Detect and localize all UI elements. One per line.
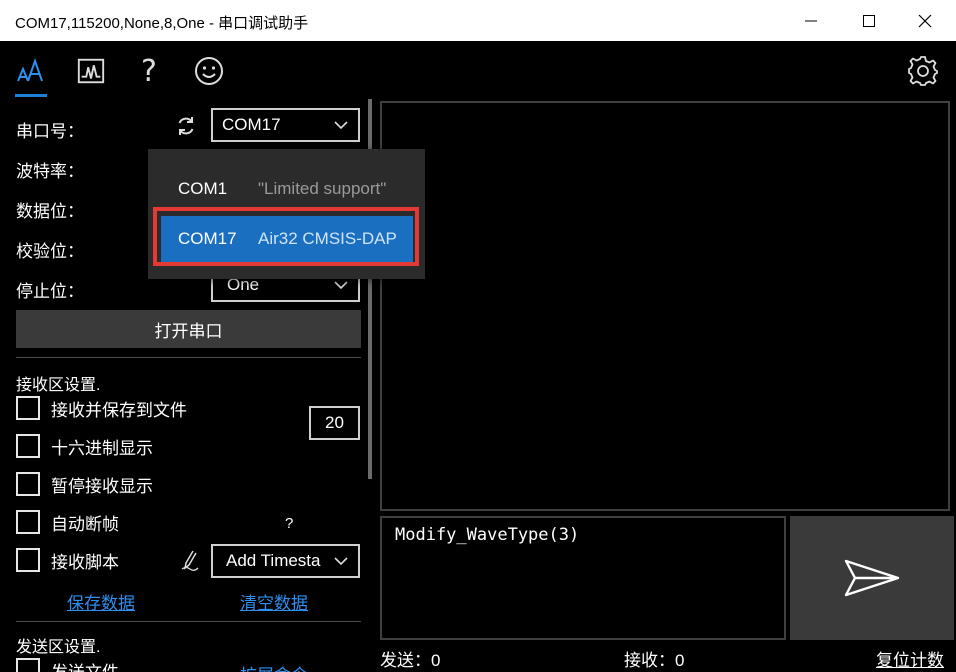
settings-button[interactable] [907, 55, 939, 87]
recv-count-label: 接收：0 [624, 651, 685, 670]
divider [16, 621, 361, 622]
send-button[interactable] [790, 516, 954, 640]
checkbox-box[interactable] [16, 548, 40, 572]
open-port-button[interactable]: 打开串口 [16, 310, 361, 348]
port-option-name: COM1 [178, 179, 228, 198]
title-bar: COM17,115200,None,8,One - 串口调试助手 [0, 0, 956, 41]
send-file-checkbox[interactable]: 发送文件 [16, 657, 119, 672]
sent-count-label: 发送：0 [380, 651, 441, 670]
port-label: 串口号： [16, 122, 84, 141]
checkbox-box[interactable] [16, 472, 40, 496]
port-select[interactable]: COM17 [211, 108, 360, 142]
checkbox-box[interactable] [16, 434, 40, 458]
auto-frame-label: 自动断帧 [51, 514, 119, 534]
smiley-icon [195, 57, 223, 85]
send-file-label: 发送文件 [51, 662, 119, 672]
databits-label: 数据位： [16, 202, 84, 221]
refresh-icon[interactable] [175, 115, 197, 137]
checkbox-box[interactable] [16, 510, 40, 534]
close-icon [918, 14, 932, 27]
chart-tab[interactable] [75, 55, 107, 87]
port-option-com1[interactable]: COM1 "Limited support" [148, 166, 425, 212]
parity-label: 校验位： [16, 242, 84, 261]
receive-area[interactable] [380, 101, 950, 511]
frame-help-icon[interactable]: ? [285, 515, 293, 532]
text-mode-tab[interactable] [15, 55, 47, 87]
send-settings-title: 发送区设置. [16, 639, 101, 656]
auto-frame-checkbox[interactable]: 自动断帧 [16, 509, 119, 535]
port-select-value: COM17 [222, 115, 281, 134]
script-select-value: Add Timesta [226, 551, 321, 570]
selection-highlight-box [153, 207, 419, 266]
toolbar: ? [0, 41, 956, 99]
chart-icon [77, 58, 105, 84]
maximize-icon [863, 14, 875, 27]
script-select[interactable]: Add Timesta [211, 544, 360, 578]
sent-count-value: 0 [431, 651, 441, 670]
settings-icon [908, 56, 938, 86]
receive-settings-title: 接收区设置. [16, 377, 101, 394]
chevron-down-icon [334, 121, 348, 130]
text-mode-icon [17, 57, 43, 82]
active-tab-indicator [15, 94, 47, 97]
help-tab[interactable]: ? [133, 53, 165, 89]
divider [16, 357, 361, 358]
edit-script-icon[interactable] [180, 549, 200, 571]
stopbits-label: 停止位： [16, 282, 84, 301]
receive-script-checkbox[interactable]: 接收脚本 [16, 547, 119, 573]
checkbox-box[interactable] [16, 658, 40, 672]
recv-count-value: 0 [675, 651, 685, 670]
feedback-tab[interactable] [193, 55, 225, 87]
maximize-button[interactable] [846, 0, 892, 41]
receive-script-label: 接收脚本 [51, 552, 119, 572]
send-input[interactable]: Modify_WaveType(3) [380, 516, 786, 640]
hex-display-label: 十六进制显示 [51, 438, 153, 458]
pause-display-checkbox[interactable]: 暂停接收显示 [16, 471, 153, 497]
extend-cmd-link[interactable]: 扩展命令 [240, 661, 308, 672]
help-icon: ? [141, 53, 157, 89]
save-data-link[interactable]: 保存数据 [67, 589, 135, 614]
save-to-file-label: 接收并保存到文件 [51, 400, 187, 420]
clear-data-link[interactable]: 清空数据 [240, 589, 308, 614]
frame-timeout-input[interactable]: 20 [309, 406, 360, 440]
checkbox-box[interactable] [16, 396, 40, 420]
minimize-button[interactable] [788, 0, 834, 41]
close-button[interactable] [902, 0, 948, 41]
minimize-icon [805, 20, 817, 21]
hex-display-checkbox[interactable]: 十六进制显示 [16, 433, 153, 459]
chevron-down-icon [334, 557, 348, 566]
send-icon [844, 559, 900, 597]
save-to-file-checkbox[interactable]: 接收并保存到文件 [16, 395, 187, 421]
pause-display-label: 暂停接收显示 [51, 476, 153, 496]
window-title: COM17,115200,None,8,One - 串口调试助手 [15, 15, 309, 32]
chevron-down-icon [334, 281, 348, 290]
port-option-desc: "Limited support" [258, 179, 387, 198]
reset-count-link[interactable]: 复位计数 [876, 646, 944, 671]
baud-label: 波特率： [16, 162, 84, 181]
